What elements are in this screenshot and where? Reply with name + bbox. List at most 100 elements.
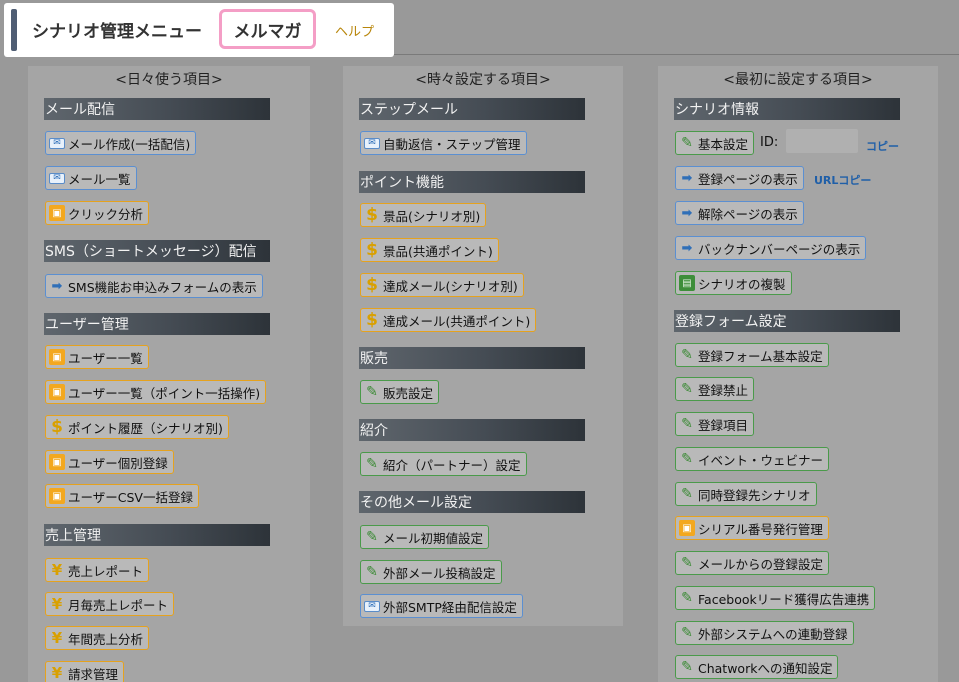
button-label: Facebookリード獲得広告連携 — [698, 591, 870, 607]
menu-button[interactable]: ¥ 年間売上分析 — [45, 626, 150, 650]
button-label: 登録禁止 — [698, 382, 749, 398]
click-icon: ▣ — [49, 454, 65, 470]
yen-icon: ¥ — [51, 629, 63, 647]
button-label: Chatworkへの通知設定 — [698, 660, 833, 676]
button-label: シリアル番号発行管理 — [698, 521, 823, 537]
column-title: <最初に設定する項目> — [723, 72, 873, 88]
menu-button[interactable]: ▣ ユーザー個別登録 — [45, 450, 174, 474]
dollar-icon: $ — [366, 275, 378, 295]
menu-button[interactable]: ✎ 同時登録先シナリオ — [675, 482, 817, 506]
button-label: 売上レポート — [68, 563, 144, 579]
menu-button[interactable]: $ 達成メール(シナリオ別) — [360, 273, 524, 297]
menu-button[interactable]: ➡ SMS機能お申込みフォームの表示 — [45, 274, 263, 298]
menu-button[interactable]: $ 景品(共通ポイント) — [360, 238, 499, 262]
button-label: ユーザー個別登録 — [68, 455, 168, 471]
button-label: 基本設定 — [698, 136, 749, 152]
menu-button[interactable]: ✎ Facebookリード獲得広告連携 — [675, 586, 876, 610]
menu-button[interactable]: $ ポイント履歴（シナリオ別) — [45, 415, 229, 439]
menu-button[interactable]: ✎ 登録禁止 — [675, 377, 755, 401]
pen-icon: ✎ — [366, 564, 378, 580]
menu-button[interactable]: $ 景品(シナリオ別) — [360, 203, 487, 227]
menu-button[interactable]: ➡ 解除ページの表示 — [675, 201, 804, 225]
menu-button[interactable]: ➡ 登録ページの表示 — [675, 166, 804, 190]
button-label: メール一覧 — [68, 171, 131, 187]
menu-button[interactable]: ✎ 基本設定 — [675, 131, 755, 155]
menu-header: シナリオ管理メニュー メルマガ ヘルプ — [4, 3, 394, 57]
column-initial: <最初に設定する項目> シナリオ情報 ✎ 基本設定 ID: コピー ➡ 登録ページの… — [658, 66, 938, 682]
button-label: 自動返信・ステップ管理 — [383, 136, 521, 152]
menu-button[interactable]: ▣ クリック分析 — [45, 201, 150, 225]
url-copy-link[interactable]: URLコピー — [814, 172, 871, 188]
yen-icon: ¥ — [51, 595, 63, 613]
menu-button[interactable]: ▤ シナリオの複製 — [675, 271, 792, 295]
menu-button[interactable]: ✎ メールからの登録設定 — [675, 551, 830, 575]
menu-button[interactable]: ✎ Chatworkへの通知設定 — [675, 655, 839, 679]
click-icon: ▣ — [49, 488, 65, 504]
id-copy-link[interactable]: コピー — [866, 138, 899, 154]
menu-button[interactable]: ▣ ユーザー一覧 — [45, 345, 149, 369]
arrow-icon: ➡ — [681, 170, 693, 186]
arrow-icon: ➡ — [681, 240, 693, 256]
help-link[interactable]: ヘルプ — [335, 21, 374, 40]
menu-button[interactable]: ✉ メール作成(一括配信) — [45, 131, 197, 155]
button-label: 達成メール(シナリオ別) — [383, 278, 518, 294]
click-icon: ▣ — [679, 520, 695, 536]
click-icon: ▣ — [49, 384, 65, 400]
pen-icon: ✎ — [681, 135, 693, 151]
button-label: 登録項目 — [698, 417, 749, 433]
mail-icon: ✉ — [49, 137, 65, 149]
menu-button[interactable]: ✎ 紹介（パートナー）設定 — [360, 452, 527, 476]
section-sales: 販売 — [359, 347, 585, 369]
section-user-management: ユーザー管理 — [44, 313, 270, 335]
dollar-icon: $ — [366, 240, 378, 260]
button-label: メール作成(一括配信) — [68, 136, 191, 152]
copy-icon: ▤ — [679, 275, 695, 291]
click-icon: ▣ — [49, 349, 65, 365]
button-label: SMS機能お申込みフォームの表示 — [68, 279, 257, 295]
button-label: シナリオの複製 — [698, 276, 786, 292]
pen-icon: ✎ — [366, 456, 378, 472]
column-occasional: <時々設定する項目> ステップメール ✉ 自動返信・ステップ管理 ポイント機能 $… — [343, 66, 623, 626]
button-label: ユーザー一覧（ポイント一括操作) — [68, 385, 261, 401]
menu-button[interactable]: ¥ 売上レポート — [45, 558, 150, 582]
tab-merumaga[interactable]: メルマガ — [219, 9, 316, 49]
section-other-mail-settings: その他メール設定 — [359, 491, 585, 513]
pen-icon: ✎ — [681, 625, 693, 641]
menu-button[interactable]: ✎ 登録項目 — [675, 412, 755, 436]
button-label: 請求管理 — [68, 666, 119, 682]
menu-button[interactable]: ▣ ユーザーCSV一括登録 — [45, 484, 199, 508]
menu-button[interactable]: ✎ 販売設定 — [360, 380, 440, 404]
arrow-icon: ➡ — [51, 278, 63, 294]
button-label: 達成メール(共通ポイント) — [383, 313, 531, 329]
header-accent-bar — [11, 9, 17, 51]
section-mail-delivery: メール配信 — [44, 98, 270, 120]
column-title: <時々設定する項目> — [415, 72, 551, 88]
yen-icon: ¥ — [51, 664, 63, 682]
menu-button[interactable]: ✎ メール初期値設定 — [360, 525, 490, 549]
section-sms: SMS（ショートメッセージ）配信 — [44, 240, 270, 262]
section-referral: 紹介 — [359, 419, 585, 441]
menu-button[interactable]: ¥ 月毎売上レポート — [45, 592, 175, 616]
menu-button[interactable]: ➡ バックナンバーページの表示 — [675, 236, 867, 260]
button-label: 景品(シナリオ別) — [383, 208, 481, 224]
menu-button[interactable]: $ 達成メール(共通ポイント) — [360, 308, 537, 332]
menu-button[interactable]: ¥ 請求管理 — [45, 661, 125, 682]
menu-button[interactable]: ▣ シリアル番号発行管理 — [675, 516, 829, 540]
button-label: 解除ページの表示 — [698, 206, 798, 222]
mail-icon: ✉ — [49, 172, 65, 184]
menu-button[interactable]: ✉ 外部SMTP経由配信設定 — [360, 594, 523, 618]
button-label: 外部メール投稿設定 — [383, 565, 496, 581]
menu-button[interactable]: ✉ 自動返信・ステップ管理 — [360, 131, 527, 155]
menu-button[interactable]: ✉ メール一覧 — [45, 166, 137, 190]
menu-button[interactable]: ✎ 登録フォーム基本設定 — [675, 343, 829, 367]
page-title: シナリオ管理メニュー — [32, 22, 202, 42]
header-divider — [394, 54, 959, 55]
pen-icon: ✎ — [681, 416, 693, 432]
button-label: メール初期値設定 — [383, 530, 484, 546]
button-label: イベント・ウェビナー — [698, 452, 824, 468]
button-label: 登録フォーム基本設定 — [698, 348, 823, 364]
menu-button[interactable]: ✎ イベント・ウェビナー — [675, 447, 830, 471]
menu-button[interactable]: ▣ ユーザー一覧（ポイント一括操作) — [45, 380, 267, 404]
menu-button[interactable]: ✎ 外部システムへの連動登録 — [675, 621, 854, 645]
menu-button[interactable]: ✎ 外部メール投稿設定 — [360, 560, 502, 584]
